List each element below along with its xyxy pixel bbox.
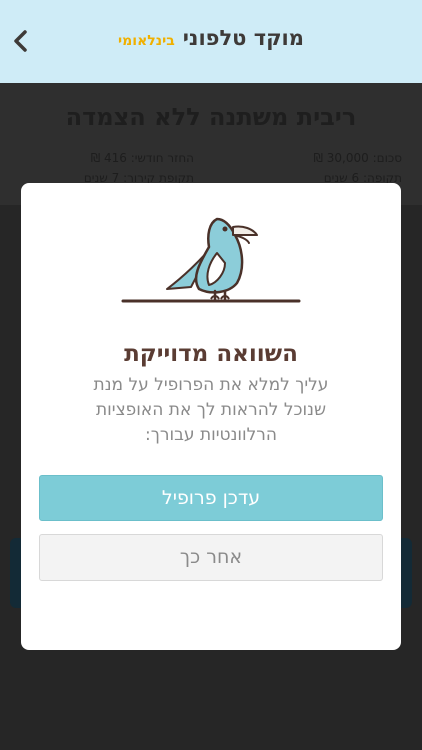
dialog-message: עליך למלא את הפרופיל על מנת שנוכל להראות… [61, 373, 361, 448]
dialog-message-line: עליך למלא את הפרופיל על מנת [93, 375, 329, 395]
brand-logo: בינלאומי [118, 33, 175, 49]
monthly-row: החזר חודשי: 416 ₪ [91, 151, 194, 165]
amount-row: סכום: 30,000 ₪ [314, 151, 402, 165]
loan-card-title: ריבית משתנה ללא הצמדה [65, 103, 357, 131]
header-title: מוקד טלפוני [182, 26, 304, 50]
amount-label: סכום: [372, 151, 402, 165]
dialog-title: השוואה מדוייקת [124, 341, 298, 367]
monthly-label: החזר חודשי: [130, 151, 194, 165]
dialog-message-line: הרלוונטיות עבורך: [144, 425, 278, 445]
later-button[interactable]: אחר כך [39, 534, 383, 581]
monthly-value: 416 ₪ [90, 151, 127, 165]
bird-on-branch-icon [121, 217, 301, 303]
profile-comparison-dialog: השוואה מדוייקת עליך למלא את הפרופיל על מ… [21, 183, 401, 650]
amount-value: 30,000 ₪ [313, 151, 369, 165]
header-title-group: מוקד טלפוני בינלאומי [0, 26, 422, 50]
update-profile-button[interactable]: עדכן פרופיל [39, 475, 383, 521]
app-header: מוקד טלפוני בינלאומי [0, 0, 422, 83]
dialog-message-line: שנוכל להראות לך את האופציות [95, 400, 327, 420]
